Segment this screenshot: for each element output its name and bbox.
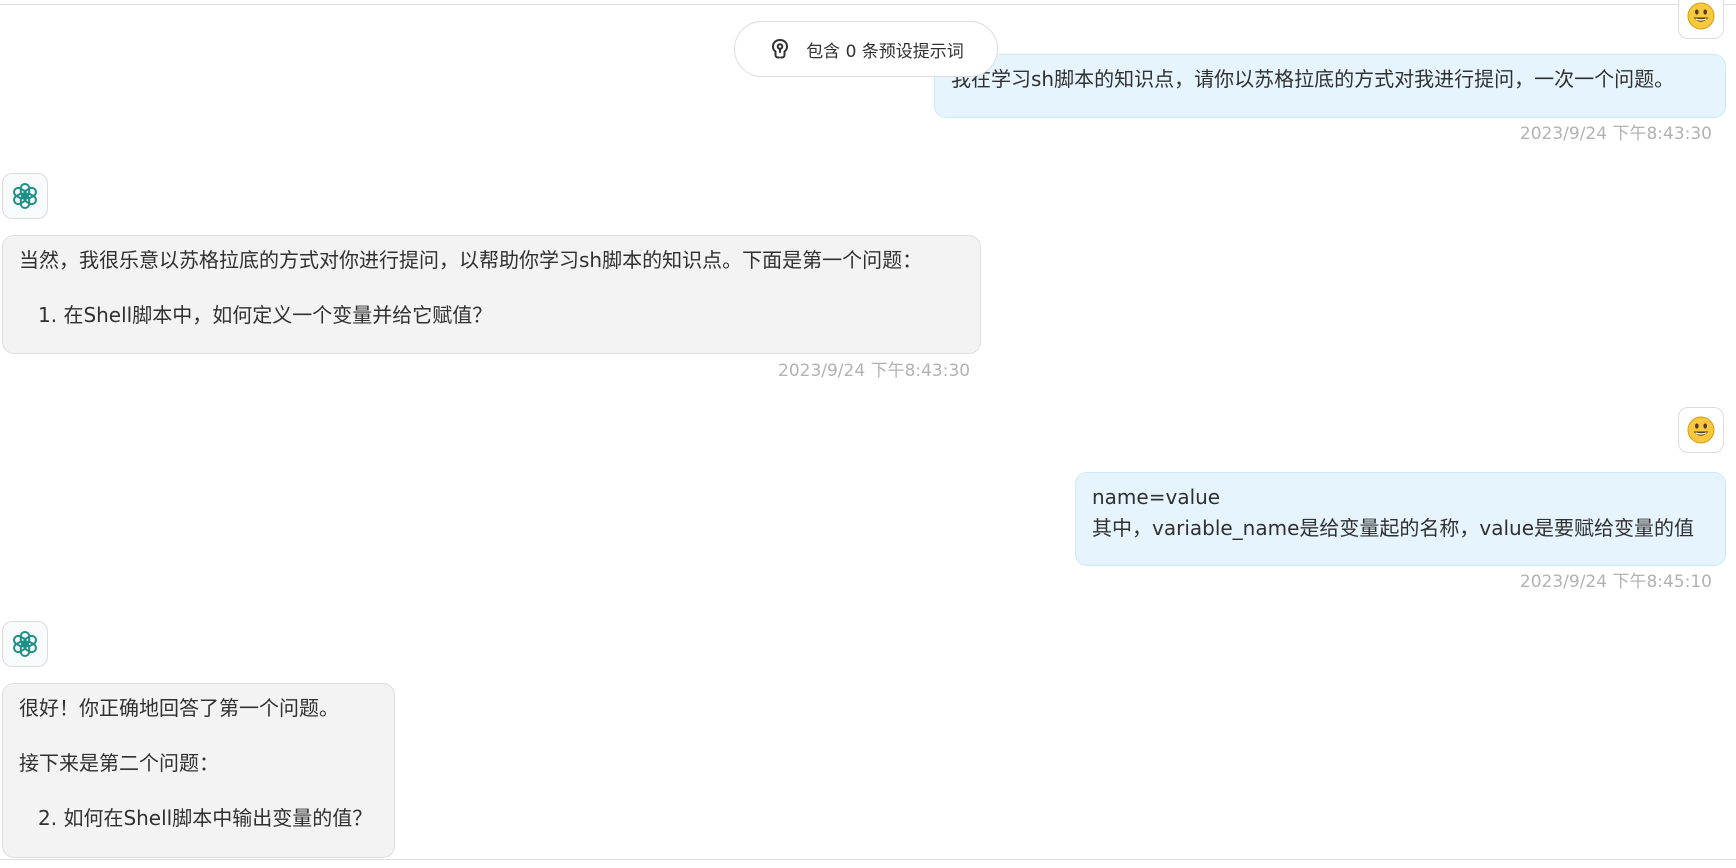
message-text: 其中，variable_name是给变量起的名称，value是要赋给变量的值	[1092, 516, 1695, 540]
brain-icon	[768, 37, 792, 61]
message-text: 2. 如何在Shell脚本中输出变量的值？	[38, 806, 373, 830]
message-text: 很好！你正确地回答了第一个问题。	[19, 696, 339, 720]
user-avatar[interactable]	[1678, 0, 1724, 39]
chat-viewport[interactable]: 包含 0 条预设提示词 我在学习sh脚本的知识点，请你以苏格拉底的方式对我进行提…	[0, 0, 1736, 868]
bottom-divider	[0, 859, 1736, 860]
message-text: 当然，我很乐意以苏格拉底的方式对你进行提问，以帮助你学习sh脚本的知识点。下面是…	[19, 248, 923, 272]
message-timestamp: 2023/9/24 下午8:43:30	[778, 361, 971, 381]
assistant-avatar[interactable]	[2, 621, 48, 667]
assistant-message-bubble[interactable]: 很好！你正确地回答了第一个问题。 接下来是第二个问题： 2. 如何在Shell脚…	[2, 683, 395, 858]
smiley-emoji-icon	[1687, 416, 1715, 444]
preset-prompts-button[interactable]: 包含 0 条预设提示词	[734, 21, 998, 77]
message-text: name=value	[1092, 485, 1221, 509]
message-text: 接下来是第二个问题：	[19, 751, 219, 775]
assistant-avatar[interactable]	[2, 173, 48, 219]
preset-prompts-label: 包含 0 条预设提示词	[806, 41, 964, 62]
user-message-bubble[interactable]: name=value 其中，variable_name是给变量起的名称，valu…	[1075, 472, 1726, 566]
message-text: 我在学习sh脚本的知识点，请你以苏格拉底的方式对我进行提问，一次一个问题。	[951, 67, 1675, 91]
message-timestamp: 2023/9/24 下午8:43:30	[1519, 124, 1712, 144]
user-message-bubble[interactable]: 我在学习sh脚本的知识点，请你以苏格拉底的方式对我进行提问，一次一个问题。	[934, 54, 1726, 118]
user-avatar[interactable]	[1678, 407, 1724, 453]
assistant-message-bubble[interactable]: 当然，我很乐意以苏格拉底的方式对你进行提问，以帮助你学习sh脚本的知识点。下面是…	[2, 235, 981, 354]
openai-logo-icon	[9, 180, 41, 212]
openai-logo-icon	[9, 628, 41, 660]
message-text: 1. 在Shell脚本中，如何定义一个变量并给它赋值？	[38, 303, 493, 327]
smiley-emoji-icon	[1687, 2, 1715, 30]
top-divider	[0, 4, 1736, 5]
message-timestamp: 2023/9/24 下午8:45:10	[1519, 572, 1712, 592]
